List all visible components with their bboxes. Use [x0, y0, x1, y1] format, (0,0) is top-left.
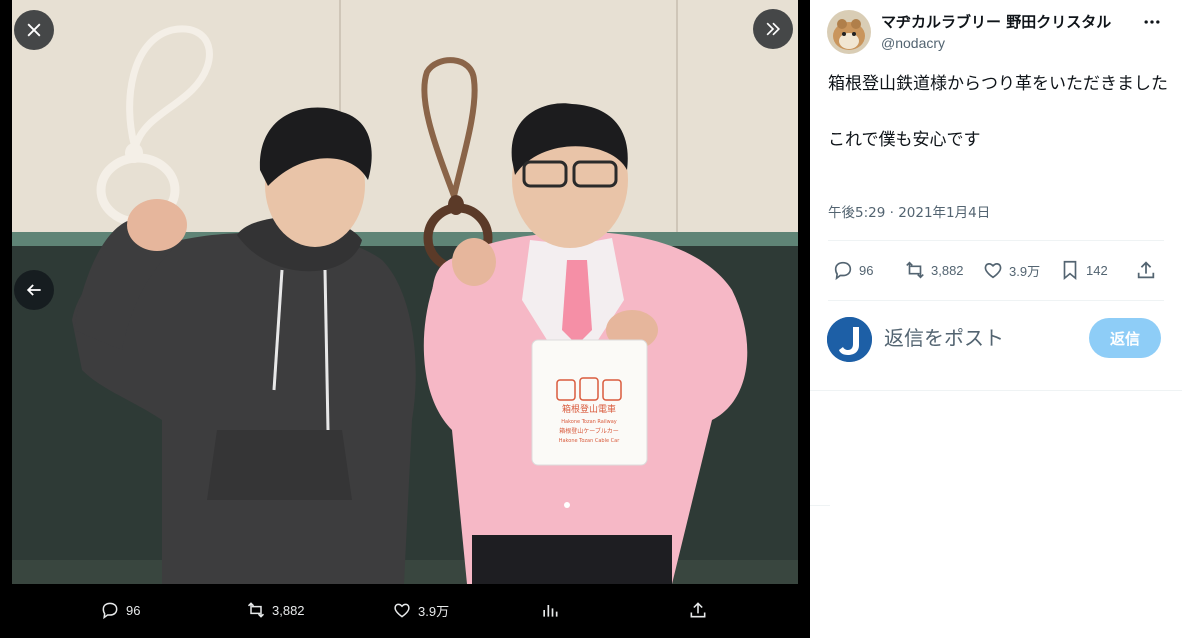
reply-submit-button[interactable]: 返信: [1089, 318, 1161, 358]
tweet-photo[interactable]: 箱根登山電車 Hakone Tozan Railway 箱根登山ケーブルカー H…: [12, 0, 798, 584]
tweet-text: 箱根登山鉄道様からつり革をいただきました これで僕も安心です: [828, 74, 1168, 150]
heart-icon: [984, 263, 1002, 279]
more-horizontal-icon: [1144, 20, 1160, 24]
current-user-avatar: [827, 317, 872, 362]
author-handle[interactable]: @nodacry: [881, 35, 945, 51]
section-divider: [810, 390, 1182, 391]
media-like-button[interactable]: 3.9万: [392, 600, 449, 620]
arrow-left-icon: [26, 284, 41, 296]
tweet-panel: マヂカルラブリー 野田クリスタル @nodacry 箱根登山鉄道様からつり革をい…: [810, 0, 1182, 638]
media-analytics-button[interactable]: [540, 600, 560, 620]
expand-panel-button[interactable]: [753, 9, 793, 49]
media-viewer: 箱根登山電車 Hakone Tozan Railway 箱根登山ケーブルカー H…: [0, 0, 810, 638]
tweet-timestamp[interactable]: 午後5:29 · 2021年1月4日: [828, 201, 990, 221]
like-count: 3.9万: [1009, 263, 1041, 279]
like-button[interactable]: 3.9万: [982, 259, 1040, 281]
analytics-icon: [543, 605, 558, 617]
retweet-count: 3,882: [931, 262, 964, 278]
bag-text-line4: Hakone Tozan Cable Car: [559, 438, 620, 444]
media-like-count: 3.9万: [418, 603, 450, 619]
reply-input[interactable]: [884, 322, 1074, 354]
share-button[interactable]: [1135, 259, 1157, 281]
media-retweet-button[interactable]: 3,882: [246, 600, 305, 620]
heart-icon: [394, 603, 410, 618]
author-name[interactable]: マヂカルラブリー 野田クリスタル: [881, 11, 1111, 32]
share-icon: [690, 602, 706, 618]
media-action-bar: 96 3,882 3.9万: [0, 586, 810, 638]
share-icon: [1137, 261, 1155, 279]
author-avatar[interactable]: [827, 10, 871, 54]
retweet-icon: [906, 261, 924, 279]
divider: [828, 240, 1164, 241]
reply-icon: [102, 602, 118, 620]
reply-icon: [834, 261, 852, 281]
reply-count: 96: [859, 262, 874, 278]
bag-text-line2: Hakone Tozan Railway: [561, 419, 617, 425]
bookmark-button[interactable]: 142: [1059, 259, 1108, 281]
bag-text-line3: 箱根登山ケーブルカー: [559, 427, 618, 435]
reply-button[interactable]: 96: [832, 259, 873, 281]
section-divider: [810, 505, 830, 506]
hamster-avatar-image: [827, 10, 871, 54]
divider: [828, 300, 1164, 301]
chevron-double-right-icon: [766, 22, 781, 36]
user-initial-avatar-image: [827, 317, 872, 362]
more-options-button[interactable]: [1140, 12, 1164, 32]
close-button[interactable]: [14, 10, 54, 50]
retweet-icon: [247, 602, 265, 618]
media-reply-button[interactable]: 96: [100, 600, 140, 620]
photo-illustration: 箱根登山電車 Hakone Tozan Railway 箱根登山ケーブルカー H…: [12, 0, 798, 584]
media-retweet-count: 3,882: [272, 602, 305, 618]
previous-media-button[interactable]: [14, 270, 54, 310]
bookmark-count: 142: [1086, 262, 1108, 278]
media-share-button[interactable]: [688, 600, 708, 620]
bookmark-icon: [1063, 260, 1077, 281]
close-icon: [27, 23, 41, 37]
bag-text-line1: 箱根登山電車: [562, 403, 616, 415]
retweet-button[interactable]: 3,882: [904, 259, 964, 281]
media-reply-count: 96: [126, 602, 141, 618]
